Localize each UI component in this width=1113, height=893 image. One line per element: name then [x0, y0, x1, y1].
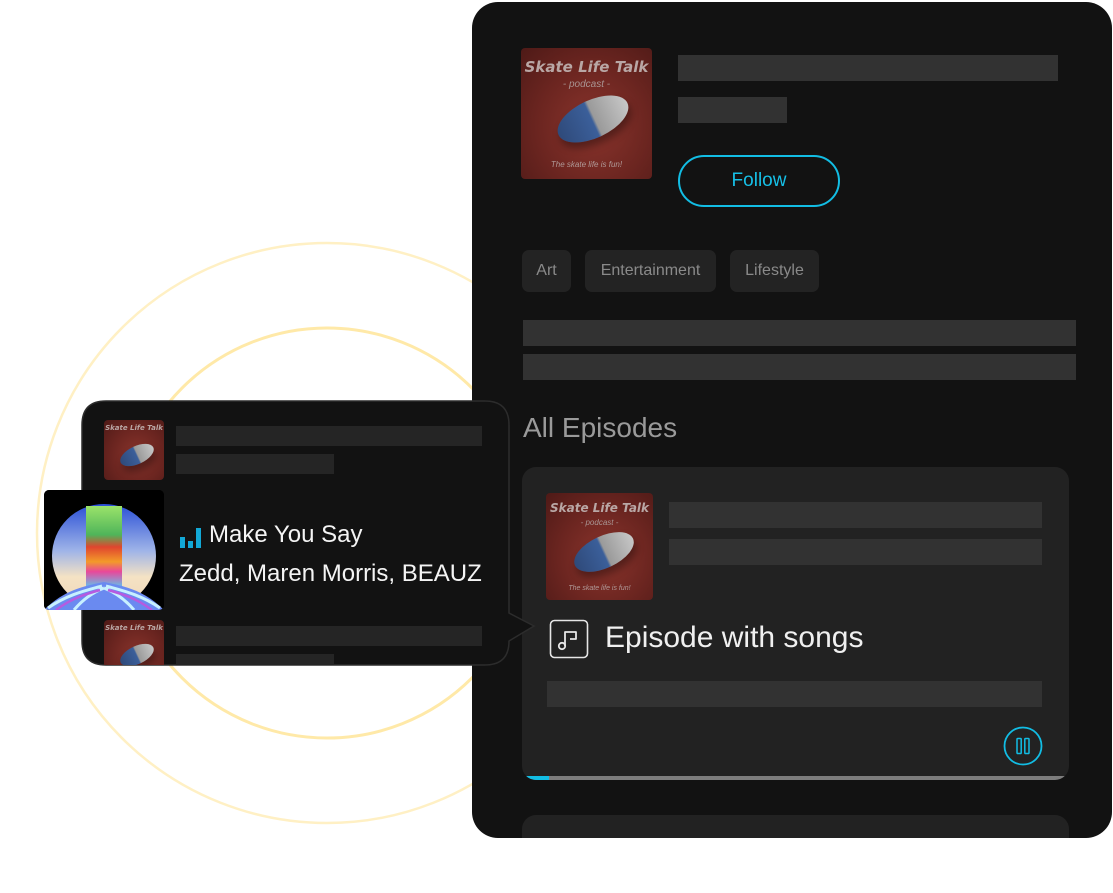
list-item-cover: Skate Life Talk	[104, 620, 164, 665]
list-item-title-placeholder	[176, 426, 482, 446]
list-item-title-placeholder	[176, 626, 482, 646]
episode-meta-placeholder	[669, 539, 1042, 565]
cover-subtitle: - podcast -	[580, 518, 619, 527]
music-note-icon	[549, 619, 589, 659]
pill-graphic	[116, 639, 158, 665]
cover-subtitle: - podcast -	[562, 79, 611, 90]
pause-button[interactable]	[1003, 726, 1043, 766]
pill-graphic	[568, 523, 640, 581]
podcast-detail-panel: Skate Life Talk - podcast - The skate li…	[472, 2, 1112, 838]
episode-with-songs-label: Episode with songs	[605, 621, 864, 654]
cover-tagline: The skate life is fun!	[550, 160, 623, 169]
pill-graphic	[550, 85, 636, 153]
cover-title: Skate Life Talk	[105, 624, 163, 632]
episode-progress-bar[interactable]	[522, 776, 1069, 780]
list-item-meta-placeholder	[176, 654, 334, 665]
list-item-meta-placeholder	[176, 454, 334, 474]
equalizer-icon	[180, 528, 201, 548]
album-art-illustration	[44, 490, 164, 610]
cover-tagline: The skate life is fun!	[568, 585, 631, 592]
song-title: Make You Say	[209, 521, 363, 548]
pill-graphic	[116, 439, 158, 471]
podcast-title-placeholder	[678, 55, 1058, 81]
category-tag-art[interactable]: Art	[522, 250, 571, 292]
episode-description-placeholder	[547, 681, 1042, 707]
category-tag-entertainment[interactable]: Entertainment	[585, 250, 716, 292]
cover-title: Skate Life Talk	[105, 424, 163, 432]
episode-cover-art: Skate Life Talk - podcast - The skate li…	[546, 493, 653, 600]
episode-card-next[interactable]	[522, 815, 1069, 838]
description-line-2	[523, 354, 1076, 380]
category-tag-lifestyle[interactable]: Lifestyle	[730, 250, 819, 292]
description-line-1	[523, 320, 1076, 346]
song-album-art	[44, 490, 164, 610]
podcast-author-placeholder	[678, 97, 787, 123]
cover-title: Skate Life Talk	[549, 501, 650, 515]
cover-title: Skate Life Talk	[524, 58, 649, 76]
list-item-cover: Skate Life Talk	[104, 420, 164, 480]
episode-title-placeholder	[669, 502, 1042, 528]
episode-progress-fill	[522, 776, 550, 780]
podcast-cover-art: Skate Life Talk - podcast - The skate li…	[521, 48, 652, 179]
follow-button[interactable]: Follow	[678, 155, 840, 207]
song-artists: Zedd, Maren Morris, BEAUZ	[179, 560, 482, 587]
episode-card[interactable]: Skate Life Talk - podcast - The skate li…	[522, 467, 1069, 780]
